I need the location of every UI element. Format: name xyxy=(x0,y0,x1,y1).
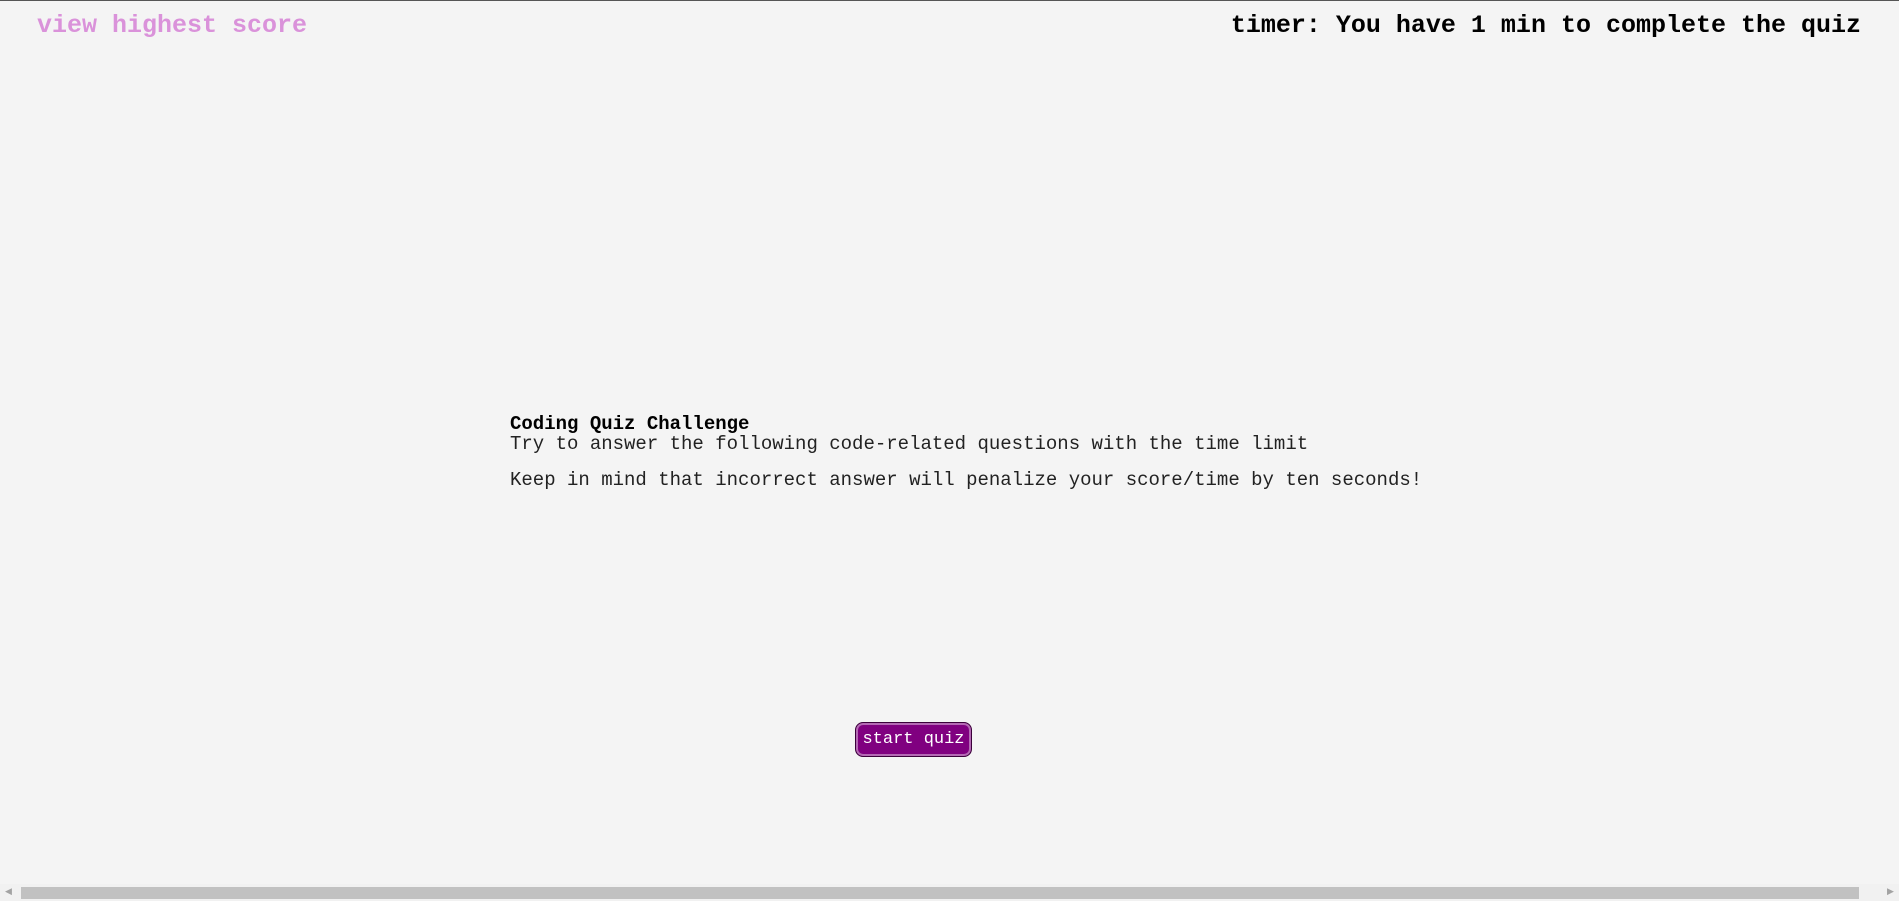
scroll-right-arrow-icon[interactable]: ▶ xyxy=(1882,884,1899,901)
scrollbar-thumb[interactable] xyxy=(21,887,1859,899)
intro-section: Coding Quiz Challenge Try to answer the … xyxy=(510,414,1422,490)
quiz-title: Coding Quiz Challenge xyxy=(510,413,750,435)
horizontal-scrollbar[interactable]: ◀ ▶ xyxy=(0,884,1899,901)
view-highest-score-link[interactable]: view highest score xyxy=(37,11,307,40)
start-quiz-button[interactable]: start quiz xyxy=(855,722,972,757)
quiz-penalty-note: Keep in mind that incorrect answer will … xyxy=(510,469,1423,491)
scroll-left-arrow-icon[interactable]: ◀ xyxy=(0,884,17,901)
timer-text: timer: You have 1 min to complete the qu… xyxy=(1230,11,1861,40)
quiz-instructions: Try to answer the following code-related… xyxy=(510,433,1309,455)
